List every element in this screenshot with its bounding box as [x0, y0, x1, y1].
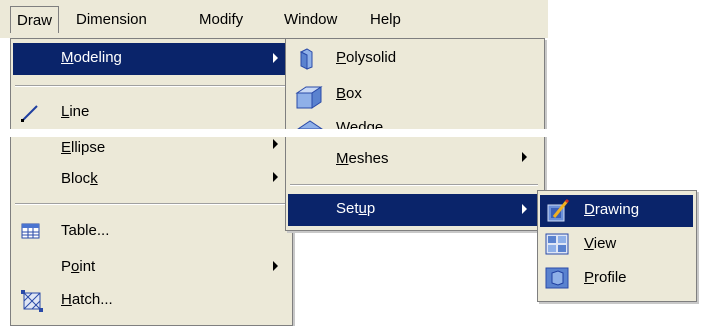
menu-help[interactable]: Help [364, 6, 407, 33]
menu-item-block-label: Block [61, 170, 98, 187]
menu-item-view-label: View [584, 235, 617, 252]
menu-draw-label: Draw [17, 12, 53, 29]
menu-item-box[interactable]: Box [288, 81, 541, 113]
menu-item-setup[interactable]: Setup [288, 194, 541, 226]
menu-dimension-label: Dimension [76, 11, 147, 28]
menu-item-polysolid-label: Polysolid [336, 49, 397, 66]
menu-modify-label: Modify [199, 11, 244, 28]
setup-submenu: Drawing View Profile [537, 190, 697, 302]
menu-item-hatch[interactable]: Hatch... [13, 285, 289, 317]
drawing-icon [547, 198, 570, 222]
submenu-arrow-icon [273, 261, 278, 271]
menu-item-setup-label: Setup [336, 200, 376, 217]
submenu-arrow-icon [522, 152, 527, 162]
draw-menu: Modeling Line Ellipse Block Table... Poi… [10, 38, 293, 326]
menu-item-table-label: Table... [61, 222, 110, 239]
submenu-arrow-icon [273, 53, 278, 63]
menu-separator [15, 85, 286, 87]
menu-help-label: Help [370, 11, 401, 28]
menu-modify[interactable]: Modify [193, 6, 249, 33]
menu-item-line-label: Line [61, 103, 90, 120]
line-icon [21, 105, 38, 122]
menu-item-drawing-label: Drawing [584, 201, 640, 218]
menu-item-point-label: Point [61, 258, 96, 275]
menu-window-label: Window [284, 11, 338, 28]
menu-separator [15, 203, 286, 205]
menu-separator [290, 184, 538, 186]
table-icon [21, 223, 40, 239]
menu-item-ellipse-label: Ellipse [61, 139, 106, 156]
menu-item-modeling[interactable]: Modeling [13, 43, 289, 75]
menu-item-modeling-label: Modeling [61, 49, 122, 66]
menu-item-point[interactable]: Point [13, 252, 289, 284]
menu-item-hatch-label: Hatch... [61, 291, 113, 308]
submenu-arrow-icon [273, 139, 278, 149]
menu-item-box-label: Box [336, 85, 362, 102]
menu-item-view[interactable]: View [540, 229, 693, 261]
menu-item-meshes-label: Meshes [336, 150, 389, 167]
menu-item-meshes[interactable]: Meshes [288, 144, 541, 176]
profile-icon [545, 267, 569, 289]
menu-item-profile-label: Profile [584, 269, 627, 286]
submenu-arrow-icon [273, 172, 278, 182]
menu-item-polysolid[interactable]: Polysolid [288, 43, 541, 75]
menu-item-profile[interactable]: Profile [540, 263, 693, 295]
menu-item-drawing[interactable]: Drawing [540, 195, 693, 227]
hatch-icon [21, 290, 43, 312]
menu-item-table[interactable]: Table... [13, 216, 289, 248]
view-icon [545, 233, 569, 255]
menu-dimension[interactable]: Dimension [70, 6, 153, 33]
image-cut-gap [0, 129, 703, 137]
polysolid-icon [299, 48, 313, 70]
menu-bar: Draw Dimension Modify Window Help [0, 0, 548, 38]
menu-item-line[interactable]: Line [13, 97, 289, 129]
submenu-arrow-icon [522, 204, 527, 214]
menu-draw[interactable]: Draw [10, 6, 60, 33]
menu-item-block[interactable]: Block [13, 164, 289, 196]
box-icon [295, 86, 323, 109]
menu-window[interactable]: Window [278, 6, 343, 33]
